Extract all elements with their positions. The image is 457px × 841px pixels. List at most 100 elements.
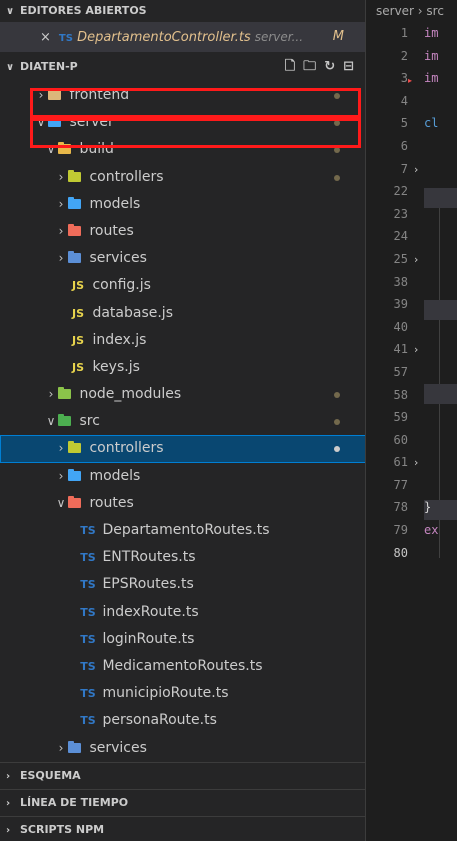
tree-item-server[interactable]: ∨ server bbox=[0, 109, 366, 136]
tree-item-src[interactable]: ∨ src bbox=[0, 408, 366, 435]
status-dot bbox=[334, 392, 340, 399]
models-folder-icon bbox=[68, 468, 81, 481]
chevron-down-icon: ∨ bbox=[56, 495, 66, 510]
tree-item-login-route[interactable]: TS loginRoute.ts bbox=[0, 626, 366, 653]
open-editor-item[interactable]: × TS DepartamentoController.ts server... M bbox=[0, 22, 366, 52]
controllers-folder-icon bbox=[68, 169, 81, 182]
new-folder-icon[interactable]: 🗀 bbox=[303, 59, 316, 74]
routes-folder-icon bbox=[68, 495, 81, 508]
refresh-icon[interactable]: ↻ bbox=[324, 59, 335, 74]
models-folder-icon bbox=[68, 196, 81, 209]
code-line[interactable]: 78} bbox=[366, 496, 457, 519]
tree-item-municipio-route[interactable]: TS municipioRoute.ts bbox=[0, 680, 366, 707]
code-line[interactable]: 77 bbox=[366, 474, 457, 497]
tree-item-node-modules[interactable]: › node_modules bbox=[0, 381, 366, 408]
code-line[interactable]: 79 ex bbox=[366, 519, 457, 542]
status-dot bbox=[334, 174, 340, 181]
tree-item-build[interactable]: ∨ build bbox=[0, 136, 366, 163]
code-line[interactable]: 6 bbox=[366, 135, 457, 158]
status-dot bbox=[334, 419, 340, 426]
typescript-file-icon: TS bbox=[80, 659, 96, 673]
tree-item-config-js[interactable]: JS config.js bbox=[0, 272, 366, 299]
code-line[interactable]: 58 bbox=[366, 384, 457, 407]
npm-scripts-section-header[interactable]: › SCRIPTS NPM bbox=[0, 815, 366, 841]
tree-item-index-js[interactable]: JS index.js bbox=[0, 327, 366, 354]
explorer-folder-header[interactable]: ∨ DIATEN-P 🗋 🗀 ↻ ⊟ bbox=[0, 52, 366, 82]
tree-item-persona-route[interactable]: TS personaRoute.ts bbox=[0, 707, 366, 734]
code-editor[interactable]: server › src ▸ 1 im 2 im 3 im 4 5 cl 6 7 › 22… bbox=[366, 0, 457, 841]
tree-item-eps-routes[interactable]: TS EPSRoutes.ts bbox=[0, 571, 366, 598]
fold-chevron-icon[interactable]: › bbox=[408, 249, 424, 272]
open-editors-header[interactable]: ∨ EDITORES ABIERTOS bbox=[0, 0, 366, 22]
fold-chevron-icon[interactable]: › bbox=[408, 339, 424, 362]
code-line[interactable]: 23 bbox=[366, 203, 457, 226]
timeline-section-header[interactable]: › LÍNEA DE TIEMPO bbox=[0, 788, 366, 816]
chevron-down-icon: ∨ bbox=[46, 142, 56, 157]
chevron-down-icon: ∨ bbox=[36, 115, 46, 130]
tree-item-build-controllers[interactable]: › controllers bbox=[0, 164, 366, 191]
code-line[interactable]: 22 bbox=[366, 180, 457, 203]
tree-item-ent-routes[interactable]: TS ENTRoutes.ts bbox=[0, 544, 366, 571]
breadcrumb[interactable]: server › src bbox=[366, 0, 457, 22]
fold-chevron-icon[interactable]: › bbox=[408, 159, 424, 182]
tree-item-src-models[interactable]: › models bbox=[0, 463, 366, 490]
status-dot bbox=[334, 93, 340, 99]
explorer-toolbar: 🗋 🗀 ↻ ⊟ bbox=[277, 52, 354, 82]
code-line[interactable]: 25 › bbox=[366, 248, 457, 271]
code-lines: ▸ 1 im 2 im 3 im 4 5 cl 6 7 › 22 23 24 25 › 38… bbox=[366, 22, 457, 564]
typescript-file-icon: TS bbox=[80, 524, 96, 537]
tree-item-keys-js[interactable]: JS keys.js bbox=[0, 354, 366, 381]
code-line[interactable]: 38 bbox=[366, 271, 457, 294]
code-line[interactable]: 39 bbox=[366, 293, 457, 316]
code-line[interactable]: 41 › bbox=[366, 338, 457, 361]
chevron-right-icon: › bbox=[6, 770, 11, 782]
tree-item-src-services[interactable]: › services bbox=[0, 735, 366, 762]
code-line[interactable]: 61 › bbox=[366, 451, 457, 474]
tree-item-src-routes[interactable]: ∨ routes bbox=[0, 490, 366, 517]
outline-section-header[interactable]: › ESQUEMA bbox=[0, 761, 366, 789]
status-dot bbox=[334, 147, 340, 154]
status-dot bbox=[334, 120, 340, 127]
tree-item-build-models[interactable]: › models bbox=[0, 191, 366, 218]
chevron-right-icon: › bbox=[38, 88, 44, 102]
code-line[interactable]: 60 bbox=[366, 429, 457, 452]
code-line[interactable]: 57 bbox=[366, 361, 457, 384]
routes-folder-icon bbox=[68, 223, 81, 236]
javascript-file-icon: JS bbox=[71, 306, 84, 320]
code-line[interactable]: 3 im bbox=[366, 67, 457, 90]
tree-item-departamento-routes[interactable]: TS DepartamentoRoutes.ts bbox=[0, 517, 366, 544]
tree-item-build-routes[interactable]: › routes bbox=[0, 218, 366, 245]
src-folder-icon bbox=[58, 414, 71, 427]
tree-item-src-controllers[interactable]: › controllers bbox=[0, 435, 366, 463]
code-line[interactable]: 59 bbox=[366, 406, 457, 429]
tree-item-medicamento-routes[interactable]: TS MedicamentoRoutes.ts bbox=[0, 653, 366, 680]
chevron-right-icon: › bbox=[58, 740, 64, 755]
code-line[interactable]: 7 › bbox=[366, 158, 457, 181]
tree-item-index-route[interactable]: TS indexRoute.ts bbox=[0, 599, 366, 626]
typescript-file-icon: TS bbox=[80, 632, 96, 646]
chevron-down-icon: ∨ bbox=[46, 414, 56, 429]
code-line[interactable]: 2 im bbox=[366, 45, 457, 68]
code-line[interactable]: 40 bbox=[366, 316, 457, 339]
tree-item-build-services[interactable]: › services bbox=[0, 245, 366, 272]
javascript-file-icon: JS bbox=[71, 279, 84, 293]
tree-item-frontend[interactable]: › frontend bbox=[0, 82, 366, 109]
chevron-right-icon: › bbox=[48, 387, 54, 402]
tree-item-database-js[interactable]: JS database.js bbox=[0, 300, 366, 327]
fold-chevron-icon[interactable]: › bbox=[408, 452, 424, 475]
open-editor-path: server... bbox=[254, 30, 304, 44]
code-line[interactable]: 5 cl bbox=[366, 112, 457, 135]
folder-icon bbox=[48, 88, 61, 100]
chevron-right-icon: › bbox=[58, 196, 64, 211]
services-folder-icon bbox=[68, 740, 81, 753]
collapse-all-icon[interactable]: ⊟ bbox=[343, 59, 354, 74]
close-icon[interactable]: × bbox=[40, 30, 51, 45]
services-folder-icon bbox=[68, 251, 81, 264]
new-file-icon[interactable]: 🗋 bbox=[285, 59, 295, 74]
code-line-current[interactable]: 80 bbox=[366, 542, 457, 565]
controllers-folder-icon bbox=[68, 441, 81, 454]
javascript-file-icon: JS bbox=[71, 360, 84, 374]
code-line[interactable]: 1 im bbox=[366, 22, 457, 45]
code-line[interactable]: 24 bbox=[366, 225, 457, 248]
code-line[interactable]: 4 bbox=[366, 90, 457, 113]
